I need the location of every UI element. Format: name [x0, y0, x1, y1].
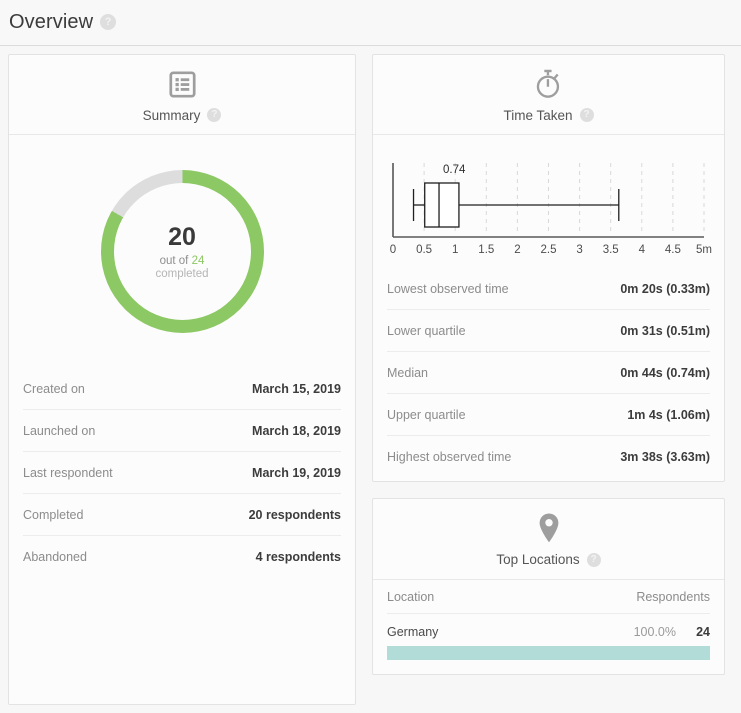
- stat-label: Launched on: [23, 423, 96, 438]
- location-name: Germany: [387, 624, 439, 639]
- list-icon: [9, 67, 355, 101]
- stat-label: Lowest observed time: [387, 281, 509, 296]
- summary-stats-list: Created on March 15, 2019 Launched on March…: [9, 368, 355, 577]
- x-axis-tick-label: 2.5: [541, 244, 557, 256]
- column-header-location: Location: [387, 589, 435, 604]
- summary-card-title-row: Summary?: [9, 108, 355, 123]
- x-axis-tick-label: 5m: [696, 244, 712, 256]
- page-title: Overview: [9, 11, 94, 33]
- time-taken-card-title: Time Taken: [503, 108, 573, 123]
- time-stat-row: Upper quartile 1m 4s (1.06m): [387, 393, 710, 435]
- right-column: Time Taken? 0 0.5 1 1.5 2 2.5 3 3.5 4 4.5 5m 0.74 L…: [372, 54, 725, 705]
- stat-value: March 15, 2019: [252, 381, 341, 396]
- location-bar-fill: [387, 645, 710, 660]
- x-axis-tick-label: 4: [639, 244, 646, 256]
- time-taken-card-header: Time Taken?: [373, 55, 724, 136]
- stat-value: March 18, 2019: [252, 423, 341, 438]
- summary-stat-row: Launched on March 18, 2019: [23, 409, 341, 451]
- stat-label: Last respondent: [23, 465, 113, 480]
- x-axis-tick-label: 3: [576, 244, 582, 256]
- top-locations-card-header: Top Locations?: [373, 499, 724, 580]
- completion-donut-chart: 20 out of 24 completed: [9, 135, 355, 368]
- time-taken-card: Time Taken? 0 0.5 1 1.5 2 2.5 3 3.5 4 4.5 5m 0.74 L…: [372, 54, 725, 483]
- x-axis-tick-label: 3.5: [603, 244, 619, 256]
- stat-value: 0m 44s (0.74m): [620, 365, 710, 380]
- stat-value: 4 respondents: [255, 549, 341, 564]
- column-header-respondents: Respondents: [636, 589, 710, 604]
- donut-value: 20: [168, 222, 196, 251]
- summary-stat-row: Abandoned 4 respondents: [23, 535, 341, 577]
- time-stat-row: Highest observed time 3m 38s (3.63m): [387, 435, 710, 477]
- left-column: Summary? 20 out of 24 completed Created …: [8, 54, 356, 705]
- donut-caption: completed: [155, 268, 209, 281]
- donut-total: 24: [191, 255, 205, 268]
- time-taken-boxplot: 0 0.5 1 1.5 2 2.5 3 3.5 4 4.5 5m 0.74: [373, 135, 724, 268]
- stat-label: Lower quartile: [387, 323, 466, 338]
- x-axis-tick-label: 4.5: [665, 244, 681, 256]
- summary-card: Summary? 20 out of 24 completed Created …: [8, 54, 356, 705]
- stat-value: 1m 4s (1.06m): [627, 407, 710, 422]
- stat-value: 0m 31s (0.51m): [620, 323, 710, 338]
- stopwatch-icon: [373, 67, 724, 101]
- top-locations-help-icon[interactable]: ?: [586, 552, 601, 567]
- summary-stat-row: Last respondent March 19, 2019: [23, 451, 341, 493]
- time-taken-help-icon[interactable]: ?: [579, 108, 594, 123]
- stat-value: 3m 38s (3.63m): [620, 449, 710, 464]
- summary-stat-row: Completed 20 respondents: [23, 493, 341, 535]
- stat-label: Created on: [23, 381, 85, 396]
- summary-card-title: Summary: [142, 108, 201, 123]
- donut-ring: 20 out of 24 completed: [100, 170, 264, 334]
- stat-value: 0m 20s (0.33m): [620, 281, 710, 296]
- x-axis-tick-label: 1.5: [478, 244, 494, 256]
- box-iqr: [424, 182, 460, 229]
- stat-label: Upper quartile: [387, 407, 466, 422]
- summary-help-icon[interactable]: ?: [207, 108, 222, 123]
- top-locations-body: Location Respondents Germany 100.0% 24: [373, 580, 724, 674]
- time-stat-row: Median 0m 44s (0.74m): [387, 351, 710, 393]
- stat-label: Completed: [23, 507, 84, 522]
- top-locations-card-title: Top Locations: [496, 552, 580, 568]
- donut-center-labels: 20 out of 24 completed: [101, 170, 264, 333]
- x-axis-tick-label: 1: [452, 244, 458, 256]
- location-bar-track: [387, 645, 710, 660]
- median-value-label: 0.74: [443, 164, 466, 176]
- x-axis-tick-label: 2: [514, 244, 520, 256]
- time-taken-title-row: Time Taken?: [373, 108, 724, 123]
- stat-label: Median: [387, 365, 428, 380]
- stat-label: Abandoned: [23, 549, 87, 564]
- map-pin-icon: [373, 511, 724, 545]
- stat-value: 20 respondents: [248, 507, 341, 522]
- time-stat-row: Lowest observed time 0m 20s (0.33m): [387, 268, 710, 309]
- location-percent: 100.0%: [633, 624, 676, 639]
- top-locations-table-header: Location Respondents: [387, 590, 710, 614]
- top-locations-rows: Germany 100.0% 24: [387, 614, 710, 660]
- summary-card-header: Summary?: [9, 55, 355, 136]
- dashboard-board: Summary? 20 out of 24 completed Created …: [0, 46, 741, 713]
- location-row-line: Germany 100.0% 24: [387, 625, 710, 639]
- stat-label: Highest observed time: [387, 449, 512, 464]
- donut-out-of: out of 24: [160, 255, 205, 267]
- stat-value: March 19, 2019: [252, 465, 341, 480]
- x-axis-tick-label: 0: [390, 244, 396, 256]
- donut-out-of-prefix: out of: [159, 255, 192, 268]
- page-header: Overview ?: [0, 0, 741, 46]
- time-stat-row: Lower quartile 0m 31s (0.51m): [387, 309, 710, 351]
- top-locations-card: Top Locations? Location Respondents Germ…: [372, 498, 725, 675]
- top-locations-title-row: Top Locations?: [373, 552, 724, 567]
- summary-stat-row: Created on March 15, 2019: [23, 368, 341, 409]
- location-row: Germany 100.0% 24: [387, 614, 710, 660]
- overview-help-icon[interactable]: ?: [100, 13, 117, 30]
- time-taken-stats-list: Lowest observed time 0m 20s (0.33m) Lower …: [373, 268, 724, 481]
- location-respondent-count: 24: [696, 624, 710, 639]
- x-axis-tick-label: 0.5: [416, 244, 432, 256]
- boxplot-svg: 0 0.5 1 1.5 2 2.5 3 3.5 4 4.5 5m 0.74: [390, 163, 712, 256]
